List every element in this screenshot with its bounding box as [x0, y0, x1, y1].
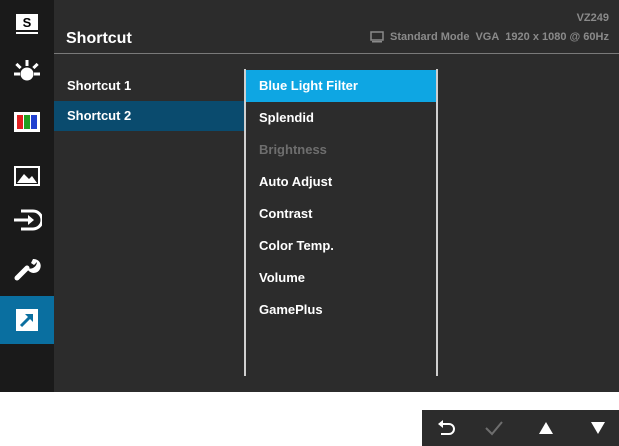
option-volume[interactable]: Volume [246, 262, 436, 294]
down-arrow-icon [591, 422, 605, 434]
shortcut-1-item[interactable]: Shortcut 1 [54, 71, 244, 101]
color-bars-icon [14, 112, 40, 132]
page-title: Shortcut [66, 30, 132, 47]
option-brightness: Brightness [246, 134, 436, 166]
model-name: VZ249 [576, 12, 609, 24]
input-select-icon [14, 209, 42, 231]
shortcut-arrow-icon [16, 309, 38, 331]
option-contrast[interactable]: Contrast [246, 198, 436, 230]
option-label: Blue Light Filter [259, 78, 358, 93]
up-arrow-icon [539, 422, 553, 434]
option-label: Brightness [259, 142, 327, 157]
status-input: VGA [475, 31, 500, 43]
status-resolution: 1920 x 1080 @ 60Hz [505, 31, 609, 43]
status-mode: Standard Mode [390, 31, 470, 43]
image-icon [14, 166, 40, 186]
option-label: Volume [259, 270, 305, 285]
status-line: Standard Mode VGA 1920 x 1080 @ 60Hz [370, 31, 609, 43]
rail-item-blue-light[interactable] [0, 48, 54, 96]
rail-item-image[interactable] [0, 152, 54, 200]
option-blue-light-filter[interactable]: Blue Light Filter [246, 70, 436, 102]
system-setup-wrench-icon [14, 258, 41, 281]
shortcut-1-label: Shortcut 1 [67, 78, 132, 93]
up-button[interactable] [528, 416, 564, 440]
option-label: GamePlus [259, 302, 323, 317]
option-color-temp[interactable]: Color Temp. [246, 230, 436, 262]
confirm-button[interactable] [476, 416, 512, 440]
key-guide [422, 410, 619, 446]
function-list: Blue Light Filter Splendid Brightness Au… [244, 69, 438, 376]
back-icon [438, 420, 455, 435]
option-label: Color Temp. [259, 238, 334, 253]
check-icon [485, 421, 503, 436]
option-splendid[interactable]: Splendid [246, 102, 436, 134]
down-button[interactable] [580, 416, 616, 440]
header-divider [54, 53, 619, 54]
rail-item-shortcut[interactable] [0, 296, 54, 344]
option-label: Contrast [259, 206, 313, 221]
monitor-icon [370, 31, 384, 43]
option-label: Auto Adjust [259, 174, 333, 189]
category-rail: S [0, 0, 54, 392]
option-gameplus[interactable]: GamePlus [246, 294, 436, 326]
rail-item-color[interactable] [0, 98, 54, 146]
shortcut-2-label: Shortcut 2 [67, 108, 132, 123]
splendid-s-icon: S [16, 14, 38, 34]
option-auto-adjust[interactable]: Auto Adjust [246, 166, 436, 198]
rail-item-splendid[interactable]: S [0, 0, 54, 48]
header: Shortcut VZ249 Standard Mode VGA 1920 x … [54, 0, 619, 54]
svg-text:S: S [23, 15, 32, 30]
osd-menu: S Shortcut VZ249 Standard Mode VGA 1920 … [0, 0, 619, 392]
rail-item-system-setup[interactable] [0, 244, 54, 292]
back-button[interactable] [428, 416, 464, 440]
blue-light-icon [14, 60, 40, 81]
rail-item-input[interactable] [0, 196, 54, 244]
shortcut-2-item[interactable]: Shortcut 2 [54, 101, 244, 131]
option-label: Splendid [259, 110, 314, 125]
